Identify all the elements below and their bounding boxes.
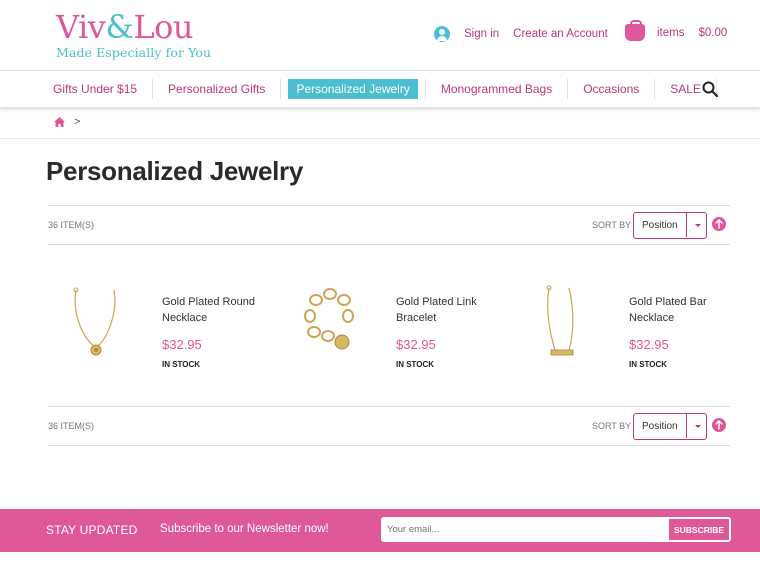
chevron-down-icon[interactable] [686, 213, 706, 237]
page-title: Personalized Jewelry [46, 156, 304, 186]
logo-wordmark: Viv&Lou [56, 8, 193, 46]
nav-divider [424, 79, 426, 99]
product-item[interactable]: Gold Plated Round Necklace $32.95 In sto… [62, 282, 292, 382]
main-nav: Gifts Under $15 Personalized Gifts Perso… [0, 70, 760, 108]
breadcrumb: > [54, 116, 80, 128]
nav-divider [654, 79, 656, 99]
sort-select-value: Position [642, 421, 678, 432]
product-image-bracelet-link[interactable] [296, 282, 366, 372]
product-name[interactable]: Gold Plated Link Bracelet [396, 294, 506, 326]
item-count: 36 Item(s) [48, 421, 95, 431]
nav-item-gifts-under-15[interactable]: Gifts Under $15 [45, 79, 145, 99]
nav-divider [567, 79, 569, 99]
nav-item-personalized-jewelry[interactable]: Personalized Jewelry [288, 79, 418, 99]
cart-items-label[interactable]: items [657, 27, 684, 39]
newsletter-title: Stay Updated [46, 523, 138, 537]
sort-by-label: Sort By [592, 421, 632, 431]
sort-select[interactable]: Position [633, 212, 707, 239]
email-field[interactable] [381, 517, 668, 542]
product-image-necklace-bar[interactable] [529, 282, 599, 372]
chevron-down-icon[interactable] [686, 414, 706, 438]
nav-item-monogrammed-bags[interactable]: Monogrammed Bags [433, 79, 560, 99]
arrow-up-icon [715, 420, 723, 430]
sort-by-label: Sort By [592, 220, 632, 230]
sort-select[interactable]: Position [633, 413, 707, 440]
newsletter-text: Subscribe to our Newsletter now! [160, 523, 329, 535]
nav-divider [152, 79, 154, 99]
newsletter-bar: Stay Updated Subscribe to our Newsletter… [0, 509, 760, 552]
nav-divider [280, 79, 282, 99]
product-price: $32.95 [162, 337, 202, 352]
create-account-link[interactable]: Create an Account [513, 28, 608, 40]
product-item[interactable]: Gold Plated Bar Necklace $32.95 In stock [529, 282, 759, 382]
product-name[interactable]: Gold Plated Round Necklace [162, 294, 272, 326]
sign-in-link[interactable]: Sign in [464, 28, 499, 40]
nav-item-occasions[interactable]: Occasions [575, 79, 647, 99]
product-item[interactable]: Gold Plated Link Bracelet $32.95 In stoc… [296, 282, 526, 382]
item-count: 36 Item(s) [48, 220, 95, 230]
stock-status: In stock [629, 360, 668, 369]
product-price: $32.95 [629, 337, 669, 352]
cart-total[interactable]: $0.00 [698, 27, 727, 39]
subscribe-button[interactable]: Subscribe [667, 517, 731, 542]
account-links: Sign in Create an Account [434, 26, 608, 42]
user-icon[interactable] [434, 26, 450, 42]
toolbar-bottom: 36 Item(s) Sort By Position [48, 406, 730, 446]
site-logo[interactable]: Viv&Lou Made Especially for You [56, 10, 211, 60]
stock-status: In stock [162, 360, 201, 369]
home-icon[interactable] [54, 117, 65, 127]
nav-item-personalized-gifts[interactable]: Personalized Gifts [160, 79, 273, 99]
product-name[interactable]: Gold Plated Bar Necklace [629, 294, 739, 326]
sort-direction-button[interactable] [712, 217, 726, 231]
site-header: Viv&Lou Made Especially for You Sign in … [0, 0, 760, 70]
logo-tagline: Made Especially for You [56, 45, 212, 60]
arrow-up-icon [715, 219, 723, 229]
toolbar-top: 36 Item(s) Sort By Position [48, 205, 730, 245]
product-image-necklace-round[interactable] [62, 282, 132, 372]
stock-status: In stock [396, 360, 435, 369]
sort-direction-button[interactable] [712, 418, 726, 432]
breadcrumb-separator: > [74, 116, 81, 128]
shopping-bag-icon[interactable] [625, 20, 645, 41]
search-icon[interactable] [702, 81, 718, 97]
mini-cart[interactable]: items $0.00 [625, 20, 727, 41]
divider [0, 138, 760, 139]
sort-select-value: Position [642, 220, 678, 231]
product-price: $32.95 [396, 337, 436, 352]
